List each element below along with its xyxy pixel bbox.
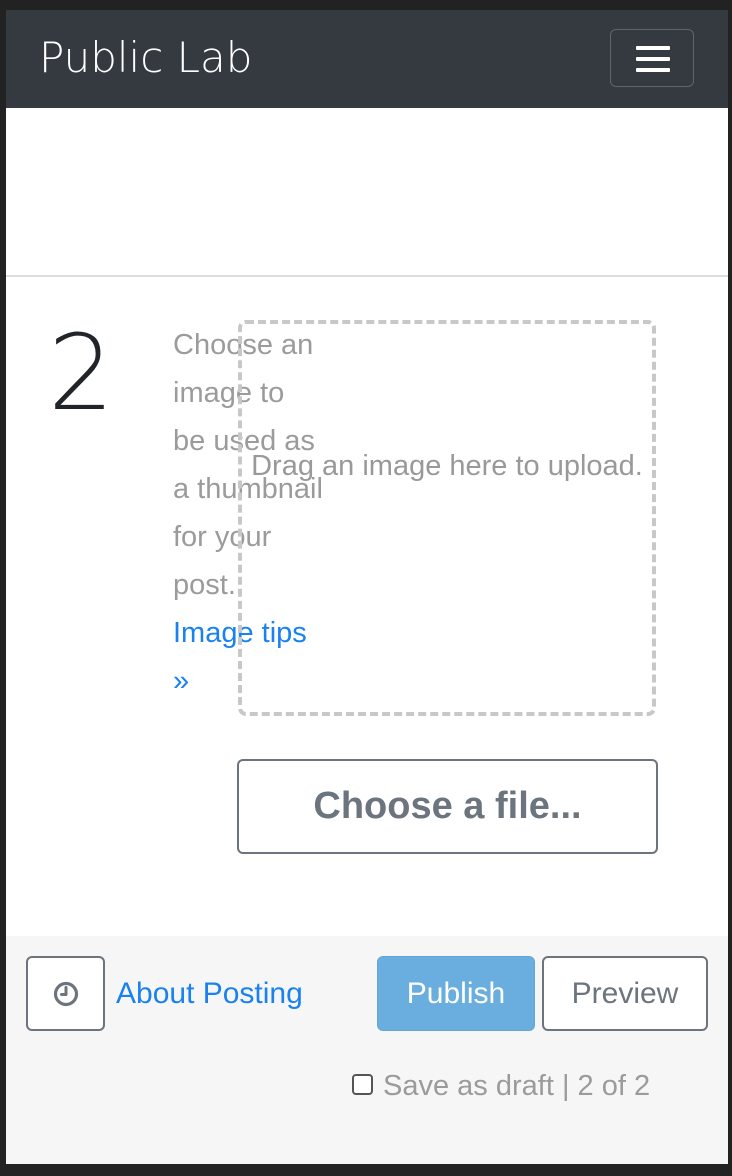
dropzone-text: Drag an image here to upload. — [251, 450, 643, 482]
app-frame: Public Lab 2 Choose an image to be used … — [6, 10, 728, 1164]
hamburger-menu-icon — [636, 46, 670, 72]
navbar-toggle-button[interactable] — [610, 29, 694, 87]
save-draft-label[interactable]: Save as draft — [383, 1070, 554, 1102]
publish-button[interactable]: Publish — [377, 956, 535, 1031]
brand-logo[interactable]: Public Lab — [39, 32, 252, 84]
navbar: Public Lab — [6, 10, 728, 108]
history-button[interactable] — [26, 956, 105, 1031]
page-indicator: | 2 of 2 — [561, 1070, 651, 1102]
image-dropzone[interactable]: Drag an image here to upload. — [238, 320, 656, 716]
preview-button[interactable]: Preview — [542, 956, 708, 1031]
clock-icon — [53, 981, 79, 1007]
save-draft-checkbox[interactable] — [352, 1073, 373, 1095]
step-number: 2 — [48, 312, 115, 434]
save-draft-row: Save as draft | 2 of 2 — [352, 1066, 650, 1106]
post-footer: About Posting Publish Preview Save as dr… — [6, 936, 728, 1164]
about-posting-link[interactable]: About Posting — [116, 974, 303, 1014]
section-divider — [6, 275, 728, 277]
choose-file-button[interactable]: Choose a file... — [237, 759, 658, 854]
